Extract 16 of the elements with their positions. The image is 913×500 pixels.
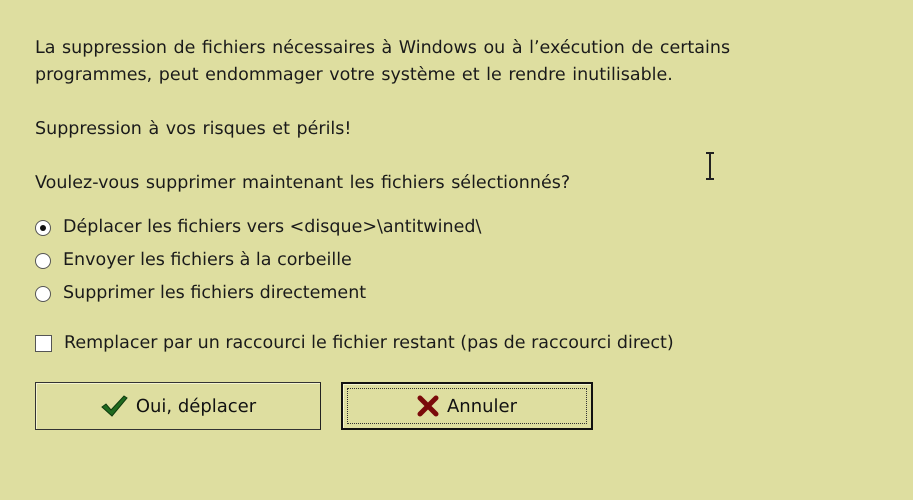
checkbox-label: Remplacer par un raccourci le fichier restant (pas de raccourci direct) <box>64 332 674 355</box>
question-text: Voulez-vous supprimer maintenant les fichiers sélectionnés? <box>35 172 572 195</box>
cancel-button[interactable]: Annuler <box>341 382 593 430</box>
warning-message: La suppression de fichiers nécessaires à Windows ou à l’exécution de certains programmes, peut endommager votre système et le rendre inutilisable. <box>35 37 732 87</box>
radio-button[interactable] <box>35 286 51 302</box>
radio-button[interactable] <box>35 220 51 236</box>
radio-label: Déplacer les fichiers vers <disque>\antitwined\ <box>63 216 482 239</box>
radio-label: Supprimer les fichiers directement <box>63 282 366 305</box>
checkbox[interactable] <box>35 335 52 352</box>
check-icon <box>100 394 128 418</box>
radio-label: Envoyer les fichiers à la corbeille <box>63 249 352 272</box>
close-icon <box>416 395 439 417</box>
risk-notice: Suppression à vos risques et périls! <box>35 118 352 141</box>
radio-button[interactable] <box>35 252 51 268</box>
confirm-button[interactable]: Oui, déplacer <box>35 382 321 430</box>
text-cursor-icon <box>704 152 716 180</box>
